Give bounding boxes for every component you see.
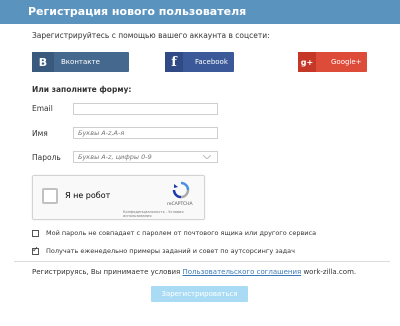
weekly-examples-label: Получать еженедельно примеры заданий и с… xyxy=(46,247,295,255)
password-differs-checkbox[interactable] xyxy=(32,230,39,237)
terms-prefix: Регистрируясь, Вы принимаете условия xyxy=(32,268,183,276)
recaptcha-widget: Я не робот reCAPTCHA Конфиденциальность … xyxy=(32,175,205,220)
recaptcha-logo-icon xyxy=(172,181,190,199)
vk-login-label: Вконтакте xyxy=(61,58,100,66)
password-differs-label: Мой пароль не совпадает с паролем от поч… xyxy=(46,229,317,237)
google-login-button[interactable]: g+ Google+ xyxy=(298,52,367,72)
divider xyxy=(14,261,390,262)
google-plus-icon: g+ xyxy=(298,52,316,72)
password-field[interactable]: Буквы A-z, цифры 0-9 xyxy=(73,151,218,163)
google-login-label: Google+ xyxy=(331,58,362,66)
email-field[interactable] xyxy=(73,103,218,115)
register-button[interactable]: Зарегистрироваться xyxy=(151,286,248,302)
password-label: Пароль xyxy=(32,153,61,162)
email-label: Email xyxy=(32,104,53,113)
user-agreement-link[interactable]: Пользовательского соглашения xyxy=(183,268,302,276)
facebook-icon: f xyxy=(165,52,183,72)
name-field[interactable]: Буквы A-z,А-я xyxy=(73,127,218,139)
password-placeholder: Буквы A-z, цифры 0-9 xyxy=(78,153,152,161)
vk-icon: В xyxy=(32,52,54,72)
recaptcha-label: Я не робот xyxy=(65,191,111,200)
facebook-login-label: Facebook xyxy=(195,58,228,66)
weekly-examples-checkbox[interactable]: ✓ xyxy=(32,245,39,255)
facebook-login-button[interactable]: f Facebook xyxy=(165,52,234,72)
recaptcha-brand: reCAPTCHA xyxy=(167,202,193,207)
recaptcha-terms-link[interactable]: Конфиденциальность - Условия использован… xyxy=(123,210,204,218)
recaptcha-checkbox[interactable] xyxy=(42,188,58,204)
name-label: Имя xyxy=(32,129,48,138)
chevron-down-icon xyxy=(203,155,211,159)
vk-login-button[interactable]: В Вконтакте xyxy=(32,52,129,72)
terms-suffix: work-zilla.com. xyxy=(301,268,357,276)
form-heading: Или заполните форму: xyxy=(32,85,132,94)
page-title: Регистрация нового пользователя xyxy=(28,5,247,18)
terms-text: Регистрируясь, Вы принимаете условия Пол… xyxy=(32,268,356,276)
social-login-label: Зарегистрируйтесь с помощью вашего аккау… xyxy=(32,31,270,40)
page-header: Регистрация нового пользователя xyxy=(0,0,400,24)
checkmark-icon: ✓ xyxy=(32,245,39,254)
